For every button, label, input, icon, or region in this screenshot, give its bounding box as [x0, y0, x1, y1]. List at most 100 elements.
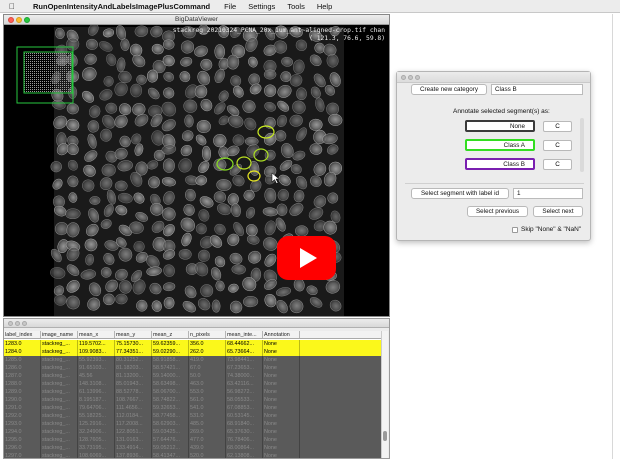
table-cell: 59.62359... — [152, 340, 189, 348]
column-header[interactable]: image_name — [41, 331, 78, 338]
cell-nucleus[interactable] — [162, 158, 175, 173]
results-table[interactable]: label_index image_name mean_x mean_y mean_z n… — [4, 331, 381, 458]
classes-scrollbar[interactable] — [580, 118, 584, 172]
table-row[interactable]: 1283.0 stackreg_... 119.5702... 75.15730...… — [4, 340, 381, 348]
table-row[interactable]: 1287.0 stackreg_... 45.56 81.13200... 59.140… — [4, 372, 381, 380]
column-header[interactable]: n_pixels — [189, 331, 226, 338]
table-cell: None — [263, 356, 300, 364]
table-row[interactable]: 1289.0 stackreg_... 61.13996... 88.52778...… — [4, 388, 381, 396]
category-name-input[interactable]: Class B — [491, 84, 583, 95]
table-row[interactable]: 1284.0 stackreg_... 109.9083... 77.34351...… — [4, 348, 381, 356]
cell-nucleus[interactable] — [200, 284, 214, 298]
close-panel-icon[interactable] — [401, 75, 406, 80]
viewer-titlebar[interactable]: BigDataViewer — [4, 15, 389, 25]
menu-settings[interactable]: Settings — [248, 2, 275, 11]
panel-titlebar[interactable] — [397, 72, 590, 83]
table-cell: 419.0 — [189, 356, 226, 364]
class-a-color-button[interactable]: C — [543, 140, 572, 151]
table-row[interactable]: 1295.0 stackreg_... 128.7605... 131.0163...… — [4, 436, 381, 444]
table-cell: 109.9083... — [78, 348, 115, 356]
table-cell: 463.0 — [189, 380, 226, 388]
table-cell: 59.02290... — [152, 348, 189, 356]
table-cell: stackreg_... — [41, 340, 78, 348]
menu-help[interactable]: Help — [317, 2, 332, 11]
table-cell: 125.2916... — [78, 420, 115, 428]
table-row[interactable]: 1294.0 stackreg_... 32.24906... 122.8051...… — [4, 428, 381, 436]
select-segment-button[interactable]: Select segment with label id — [411, 188, 509, 199]
cell-nucleus[interactable] — [65, 208, 81, 220]
class-none-button[interactable]: None — [465, 120, 535, 132]
cell-nucleus[interactable] — [211, 299, 221, 313]
table-cell: 75.15730... — [115, 340, 152, 348]
zoom-table-icon[interactable] — [22, 321, 27, 326]
column-header[interactable]: mean_z — [152, 331, 189, 338]
minimize-panel-icon[interactable] — [408, 75, 413, 80]
cell-nucleus[interactable] — [263, 69, 277, 80]
select-next-button[interactable]: Select next — [533, 206, 583, 217]
cell-nucleus[interactable] — [232, 134, 245, 146]
close-table-icon[interactable] — [8, 321, 13, 326]
class-b-color-button[interactable]: C — [543, 159, 572, 170]
cell-nucleus[interactable] — [54, 294, 67, 306]
cell-nucleus[interactable] — [327, 192, 339, 204]
menu-file[interactable]: File — [224, 2, 236, 11]
menu-tools[interactable]: Tools — [287, 2, 305, 11]
column-header[interactable]: Annotation — [263, 331, 300, 338]
cell-nucleus[interactable] — [244, 136, 259, 146]
app-menu[interactable]: RunOpenIntensityAndLabelsImagePlusComman… — [33, 2, 210, 11]
class-a-button[interactable]: Class A — [465, 139, 535, 151]
youtube-play-button[interactable] — [277, 236, 336, 280]
apple-menu-icon[interactable]:  — [9, 2, 19, 11]
zoom-panel-icon[interactable] — [415, 75, 420, 80]
minimize-table-icon[interactable] — [15, 321, 20, 326]
column-header[interactable]: mean_x — [78, 331, 115, 338]
class-none-color-button[interactable]: C — [543, 121, 572, 132]
table-row[interactable]: 1296.0 stackreg_... 33.73195... 133.4914...… — [4, 444, 381, 452]
table-scroll-thumb[interactable] — [383, 431, 387, 441]
table-cell: 8.195187... — [78, 396, 115, 404]
cell-nucleus[interactable] — [130, 83, 143, 98]
table-cell: 131.0163... — [115, 436, 152, 444]
cell-nucleus[interactable] — [214, 44, 225, 60]
table-row[interactable]: 1290.0 stackreg_... 8.195187... 108.7667...… — [4, 396, 381, 404]
table-header[interactable]: label_index image_name mean_x mean_y mean_z n… — [4, 331, 381, 339]
window-edge — [612, 14, 613, 459]
column-header[interactable]: mean_y — [115, 331, 152, 338]
cell-nucleus[interactable] — [103, 293, 115, 306]
table-cell: 119.5702... — [78, 340, 115, 348]
table-cell: 356.0 — [189, 340, 226, 348]
column-header[interactable]: mean_inte... — [226, 331, 263, 338]
table-cell: stackreg_... — [41, 364, 78, 372]
table-row[interactable]: 1288.0 stackreg_... 148.3108... 85.01943...… — [4, 380, 381, 388]
table-cell: 68.44662... — [226, 340, 263, 348]
cell-nucleus[interactable] — [136, 299, 148, 312]
cell-nucleus[interactable] — [114, 180, 128, 192]
table-row[interactable]: 1286.0 stackreg_... 91.65103... 81.18203...… — [4, 364, 381, 372]
table-row[interactable]: 1297.0 stackreg_... 108.6069... 137.8936...… — [4, 452, 381, 458]
create-category-button[interactable]: Create new category — [411, 84, 487, 95]
table-cell: 1295.0 — [4, 436, 41, 444]
cell-nucleus[interactable] — [89, 196, 101, 205]
table-cell: 1287.0 — [4, 372, 41, 380]
table-scrollbar[interactable] — [381, 331, 388, 458]
label-id-input[interactable]: 1 — [513, 188, 583, 199]
table-cell: 81.13200... — [115, 372, 152, 380]
table-row[interactable]: 1291.0 stackreg_... 79.64706... 111.4656...… — [4, 404, 381, 412]
table-cell: 262.0 — [189, 348, 226, 356]
table-cell: 33.73195... — [78, 444, 115, 452]
table-row[interactable]: 1292.0 stackreg_... 55.18225... 112.0184...… — [4, 412, 381, 420]
cell-nucleus[interactable] — [326, 53, 339, 68]
cell-nucleus[interactable] — [274, 130, 287, 142]
cell-nucleus[interactable] — [296, 87, 307, 101]
table-row[interactable]: 1285.0 stackreg_... 55.92393... 80.31252...… — [4, 356, 381, 364]
skip-none-checkbox[interactable] — [512, 227, 518, 233]
table-titlebar[interactable] — [4, 319, 389, 328]
select-previous-button[interactable]: Select previous — [467, 206, 528, 217]
table-cell: 108.6069... — [78, 452, 115, 458]
table-cell: 59.05212... — [152, 444, 189, 452]
class-b-button[interactable]: Class B — [465, 158, 535, 170]
column-header[interactable]: label_index — [4, 331, 41, 338]
table-cell: 58.63498... — [152, 380, 189, 388]
table-cell: 80.31252... — [115, 356, 152, 364]
table-row[interactable]: 1293.0 stackreg_... 125.2916... 117.2008...… — [4, 420, 381, 428]
